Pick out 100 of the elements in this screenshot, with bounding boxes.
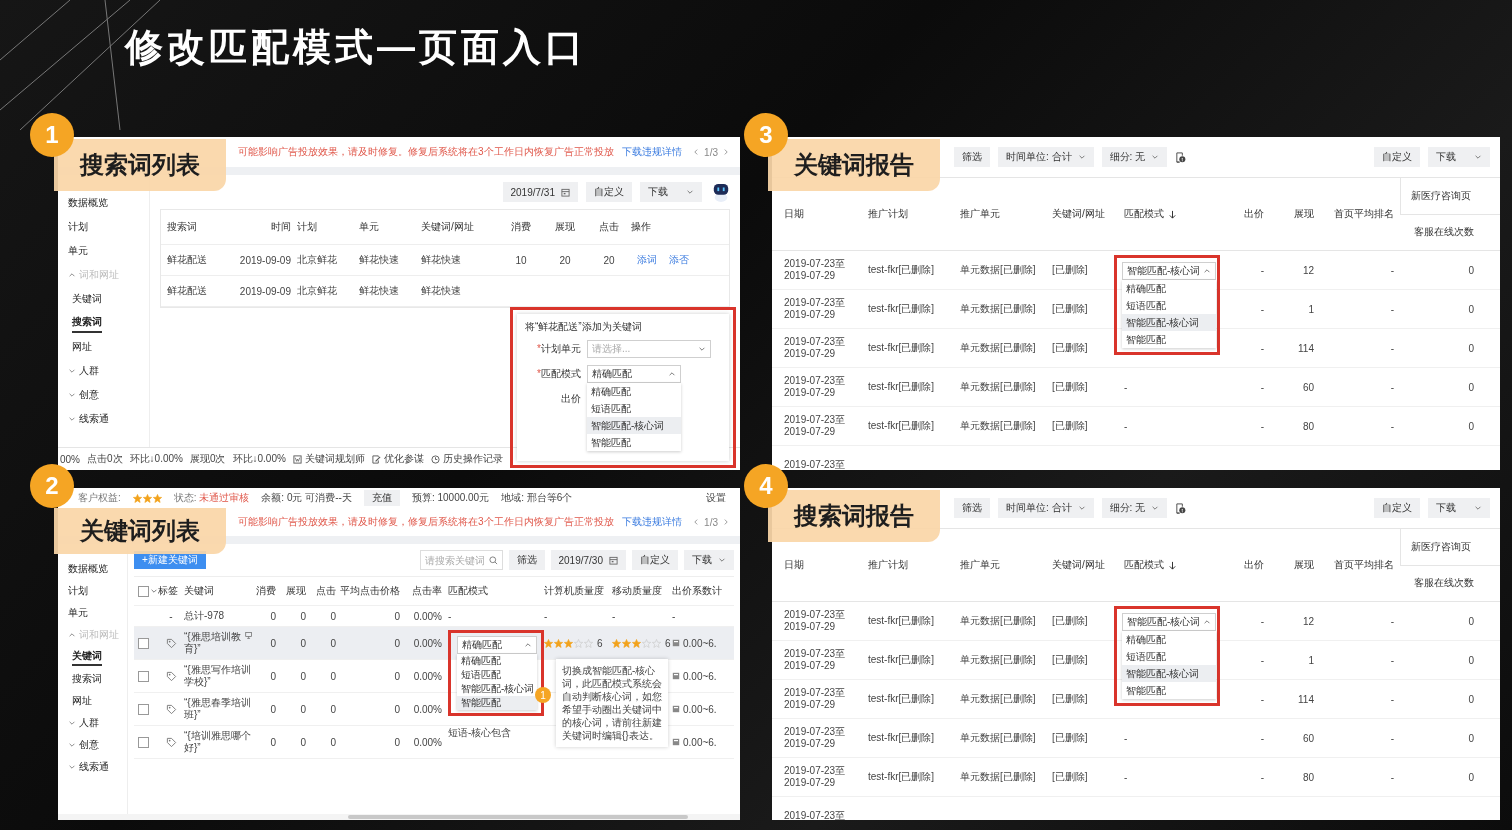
table-cell-text: 114: [1298, 342, 1315, 354]
tool-link[interactable]: 优化参谋: [383, 452, 424, 466]
table-cell-text: 单元数据[已删除]: [959, 731, 1036, 745]
search-field[interactable]: 请搜索关键词: [419, 550, 503, 570]
table-cell-text: -: [1390, 303, 1395, 315]
settings-link[interactable]: 设置: [706, 491, 740, 505]
breakdown-button[interactable]: 细分: 无: [1101, 147, 1168, 167]
table-cell-text: 0: [1468, 420, 1475, 432]
table-cell-text: 单元数据[已删除]: [959, 263, 1036, 277]
select-field[interactable]: 精确匹配: [457, 636, 537, 654]
table-cell: 北京鲜花: [297, 284, 337, 298]
table-cell-text: -: [1260, 615, 1265, 627]
customize-button[interactable]: 自定义: [632, 550, 678, 570]
select-field[interactable]: 智能匹配-核心词: [1122, 262, 1216, 280]
nav-item[interactable]: 计划: [58, 215, 88, 239]
dropdown-option[interactable]: 智能匹配: [587, 434, 681, 451]
dropdown-option[interactable]: 短语匹配: [587, 400, 681, 417]
dropdown-option[interactable]: 精确匹配: [1122, 631, 1216, 648]
tooltip: 切换成智能匹配-核心词，此匹配模式系统会自动判断核心词，如您希望手动圈出关键词中的核心词，请前往新建关键词时编辑{}表达。: [556, 659, 668, 747]
column-header: 移动质量度: [612, 584, 662, 598]
download-button[interactable]: 下载: [640, 182, 702, 202]
nav-item[interactable]: 关键词: [72, 287, 102, 311]
tool-link[interactable]: 历史操作记录: [442, 452, 503, 466]
table-cell: -: [448, 610, 452, 622]
dropdown-option[interactable]: 精确匹配: [457, 654, 537, 668]
dropdown-option[interactable]: 智能匹配-核心词: [1122, 314, 1216, 331]
nav-item[interactable]: 数据概览: [58, 191, 108, 215]
column-header: 出价系数计: [672, 584, 722, 598]
table-cell-text: 12: [1302, 615, 1315, 627]
quality-score: 6: [597, 637, 603, 649]
table-cell: 鲜花快速: [421, 253, 461, 267]
table-cell-text: 0: [270, 703, 277, 715]
nav-item[interactable]: 搜索词: [72, 668, 102, 690]
nav-item[interactable]: 计划: [58, 580, 88, 602]
customize-button[interactable]: 自定义: [1374, 498, 1420, 518]
dropdown-option[interactable]: 短语匹配: [1122, 297, 1216, 314]
table-cell-text: -: [1123, 732, 1128, 744]
filter-button[interactable]: 筛选: [508, 550, 545, 570]
recharge-button[interactable]: 充值: [363, 490, 400, 506]
time-unit-button[interactable]: 时间单位: 合计: [998, 147, 1094, 167]
table-cell-text: 2019-07-23至2019-07-29: [783, 648, 847, 672]
table-cell-text: 0.00%: [413, 670, 443, 682]
action-link[interactable]: 添否: [669, 253, 689, 267]
nav-item[interactable]: 网址: [72, 335, 92, 359]
dropdown-option[interactable]: 精确匹配: [1122, 280, 1216, 297]
dropdown-option[interactable]: 精确匹配: [587, 383, 681, 400]
date-picker-button[interactable]: 2019/7/30: [550, 550, 626, 570]
breakdown-button[interactable]: 细分: 无: [1101, 498, 1168, 518]
keyword-text: “{雅思写作培训学校}”: [184, 664, 252, 688]
nav-item[interactable]: 人群: [58, 712, 99, 734]
step-badge: 1: [30, 113, 74, 157]
dropdown-option[interactable]: 短语匹配: [457, 668, 537, 682]
select-field[interactable]: 精确匹配: [587, 365, 681, 383]
table-cell-text: -: [1123, 381, 1128, 393]
dropdown-option[interactable]: 智能匹配: [457, 696, 537, 710]
tool-link[interactable]: 关键词规划师: [304, 452, 365, 466]
dropdown-option[interactable]: 智能匹配: [1122, 331, 1216, 348]
download-link[interactable]: 下载违规详情: [621, 515, 682, 529]
dropdown-option[interactable]: 智能匹配-核心词: [587, 417, 681, 434]
nav-item[interactable]: 数据概览: [58, 558, 108, 580]
table-cell-text: test-fkr[已删除]: [867, 614, 935, 628]
table-cell-text: test-fkr[已删除]: [867, 770, 935, 784]
rating-label: 客户权益:: [78, 491, 121, 505]
table-cell-text: 0: [270, 670, 277, 682]
select-field[interactable]: 智能匹配-核心词: [1122, 613, 1216, 631]
dropdown-option[interactable]: 智能匹配-核心词: [457, 682, 537, 696]
download-button[interactable]: 下载: [684, 550, 734, 570]
pager-text: 1/3: [704, 146, 718, 158]
dropdown-option[interactable]: 短语匹配: [1122, 648, 1216, 665]
nav-item[interactable]: 网址: [72, 690, 92, 712]
download-button[interactable]: 下载: [1428, 498, 1490, 518]
nav-item[interactable]: 单元: [58, 602, 88, 624]
nav-item[interactable]: 线索通: [58, 756, 109, 778]
filter-button[interactable]: 筛选: [954, 498, 990, 518]
filter-button[interactable]: 筛选: [954, 147, 990, 167]
table-cell-text: 0: [394, 736, 401, 748]
date-picker-button[interactable]: 2019/7/31: [502, 182, 578, 202]
nav-item[interactable]: 创意: [58, 383, 99, 407]
nav-item[interactable]: 搜索词: [72, 313, 102, 333]
nav-item[interactable]: 单元: [58, 239, 88, 263]
dropdown-option[interactable]: 智能匹配: [1122, 682, 1216, 699]
action-link[interactable]: 添词: [637, 253, 657, 267]
table-cell-text: -: [1260, 381, 1265, 393]
nav-item[interactable]: 线索通: [58, 407, 109, 431]
column-group-header: 新医疗咨询页: [1400, 177, 1500, 215]
dropdown-option[interactable]: 智能匹配-核心词: [1122, 665, 1216, 682]
customize-button[interactable]: 自定义: [1374, 147, 1420, 167]
time-unit-button[interactable]: 时间单位: 合计: [998, 498, 1094, 518]
nav-item[interactable]: 创意: [58, 734, 99, 756]
nav-item[interactable]: 关键词: [72, 648, 102, 666]
table-cell-text: test-fkr[已删除]: [867, 653, 935, 667]
download-link[interactable]: 下载违规详情: [621, 145, 682, 159]
nav-item[interactable]: 人群: [58, 359, 99, 383]
download-button[interactable]: 下载: [1428, 147, 1490, 167]
column-header: 日期: [783, 558, 804, 572]
table-cell-text: 60: [1302, 732, 1315, 744]
customize-button[interactable]: 自定义: [586, 182, 632, 202]
quality-score: 6: [665, 637, 671, 649]
column-header: 消费: [511, 220, 531, 234]
table-cell-text: 0: [1468, 342, 1475, 354]
